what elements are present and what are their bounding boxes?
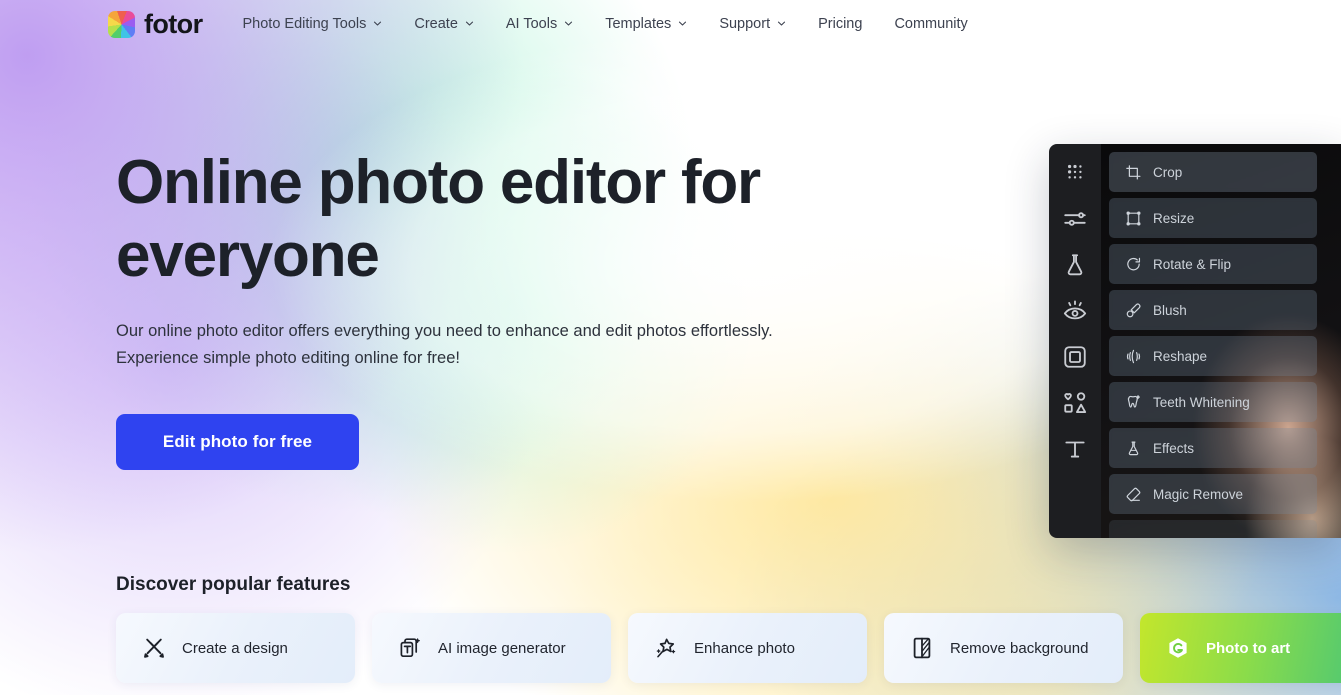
sliders-icon[interactable] <box>1062 206 1088 232</box>
rotate-icon <box>1125 256 1142 273</box>
reshape-icon <box>1125 348 1142 365</box>
discover-heading: Discover popular features <box>116 574 351 595</box>
feature-card-label: Photo to art <box>1206 639 1291 657</box>
hero-title-line-1: Online photo editor for <box>116 148 761 217</box>
feature-cards: Create a design AI image generator Enhance… <box>116 613 1341 683</box>
editor-tool-crop[interactable]: Crop <box>1109 152 1317 192</box>
nav-item-ai-tools[interactable]: AI Tools <box>490 16 589 32</box>
edit-photo-for-free-button[interactable]: Edit photo for free <box>116 413 359 470</box>
frame-icon[interactable] <box>1062 344 1088 370</box>
editor-tool-label: Reshape <box>1153 348 1208 364</box>
crop-icon <box>1125 164 1142 181</box>
feature-card-label: AI image generator <box>438 639 566 657</box>
chevron-down-icon <box>564 19 573 28</box>
feature-card-ai-image-generator[interactable]: AI image generator <box>372 613 611 683</box>
text-icon[interactable] <box>1062 436 1088 462</box>
editor-tool-resize[interactable]: Resize <box>1109 198 1317 238</box>
eye-retouch-icon[interactable] <box>1062 298 1088 324</box>
editor-tool-label: Blush <box>1153 302 1187 318</box>
feature-card-create-a-design[interactable]: Create a design <box>116 613 355 683</box>
editor-tool-label: Effects <box>1153 440 1195 456</box>
editor-tool-rail <box>1049 144 1101 538</box>
hero-subtitle-line-2: Experience simple photo editing online f… <box>116 349 460 368</box>
feature-card-enhance-photo[interactable]: Enhance photo <box>628 613 867 683</box>
editor-preview-panel: Crop Resize Rotate & Flip Blush Reshape Teeth… <box>1049 144 1341 538</box>
crossed-pencils-icon <box>142 636 166 660</box>
page-root: fotor Photo Editing Tools Create AI Tools T… <box>0 0 1341 695</box>
logo-text: fotor <box>144 8 203 39</box>
feature-card-label: Create a design <box>182 639 288 657</box>
editor-tool-reshape[interactable]: Reshape <box>1109 336 1317 376</box>
color-wheel-icon <box>108 10 135 38</box>
editor-tool-effects[interactable]: Effects <box>1109 428 1317 468</box>
nav-item-templates[interactable]: Templates <box>589 16 703 32</box>
hero-title-line-2: everyone <box>116 221 380 291</box>
editor-tool-label: Rotate & Flip <box>1153 256 1232 272</box>
eraser-icon <box>1125 486 1142 503</box>
shapes-icon[interactable] <box>1062 390 1088 416</box>
chevron-down-icon <box>678 19 687 28</box>
nav-item-support[interactable]: Support <box>703 16 802 32</box>
background-remove-icon <box>910 636 934 660</box>
editor-tool-blush[interactable]: Blush <box>1109 290 1317 330</box>
nav-item-label: Templates <box>605 16 672 32</box>
nav-item-pricing[interactable]: Pricing <box>802 16 878 32</box>
editor-tool-partial[interactable] <box>1109 520 1317 538</box>
stacked-cards-sparkle-icon <box>398 636 422 660</box>
editor-tool-magic-remove[interactable]: Magic Remove <box>1109 474 1317 514</box>
magic-wand-sparkle-icon <box>654 636 678 660</box>
editor-tool-label: Resize <box>1153 210 1195 226</box>
editor-tool-label: Crop <box>1153 164 1183 180</box>
dots-grid-icon[interactable] <box>1062 160 1088 186</box>
nav-item-label: AI Tools <box>505 16 558 32</box>
chevron-down-icon <box>777 19 786 28</box>
flask-icon[interactable] <box>1062 252 1088 278</box>
nav-item-label: Create <box>414 16 458 32</box>
editor-tool-label: Magic Remove <box>1153 486 1244 502</box>
hero-subtitle-line-1: Our online photo editor offers everythin… <box>116 322 773 341</box>
chevron-down-icon <box>465 19 474 28</box>
resize-icon <box>1125 210 1142 227</box>
editor-canvas: Crop Resize Rotate & Flip Blush Reshape Teeth… <box>1101 144 1341 538</box>
nav-item-community[interactable]: Community <box>878 16 983 32</box>
nav-item-photo-editing-tools[interactable]: Photo Editing Tools <box>226 16 398 32</box>
hero-section: Online photo editor for everyone Our onl… <box>116 146 896 470</box>
blush-icon <box>1125 302 1142 319</box>
nav-item-label: Community <box>894 16 968 32</box>
effects-flask-icon <box>1125 440 1142 457</box>
editor-tool-label: Teeth Whitening <box>1153 394 1250 410</box>
hexagon-g-icon <box>1166 636 1190 660</box>
feature-card-label: Enhance photo <box>694 639 795 657</box>
editor-tool-list: Crop Resize Rotate & Flip Blush Reshape Teeth… <box>1101 152 1317 538</box>
page-title: Online photo editor for everyone <box>116 146 896 292</box>
nav-item-label: Support <box>719 16 771 32</box>
site-header: fotor Photo Editing Tools Create AI Tools T… <box>0 0 1341 48</box>
chevron-down-icon <box>373 19 382 28</box>
nav-item-label: Photo Editing Tools <box>242 16 367 32</box>
editor-tool-rotate-flip[interactable]: Rotate & Flip <box>1109 244 1317 284</box>
nav-item-label: Pricing <box>818 16 863 32</box>
logo[interactable]: fotor <box>108 8 203 39</box>
feature-card-remove-background[interactable]: Remove background <box>884 613 1123 683</box>
hero-subtitle: Our online photo editor offers everythin… <box>116 318 896 371</box>
tooth-icon <box>1125 394 1142 411</box>
main-navigation: Photo Editing Tools Create AI Tools Templat… <box>226 16 983 32</box>
feature-card-photo-to-art[interactable]: Photo to art <box>1140 613 1341 683</box>
nav-item-create[interactable]: Create <box>398 16 490 32</box>
editor-tool-teeth-whitening[interactable]: Teeth Whitening <box>1109 382 1317 422</box>
feature-card-label: Remove background <box>950 639 1089 657</box>
